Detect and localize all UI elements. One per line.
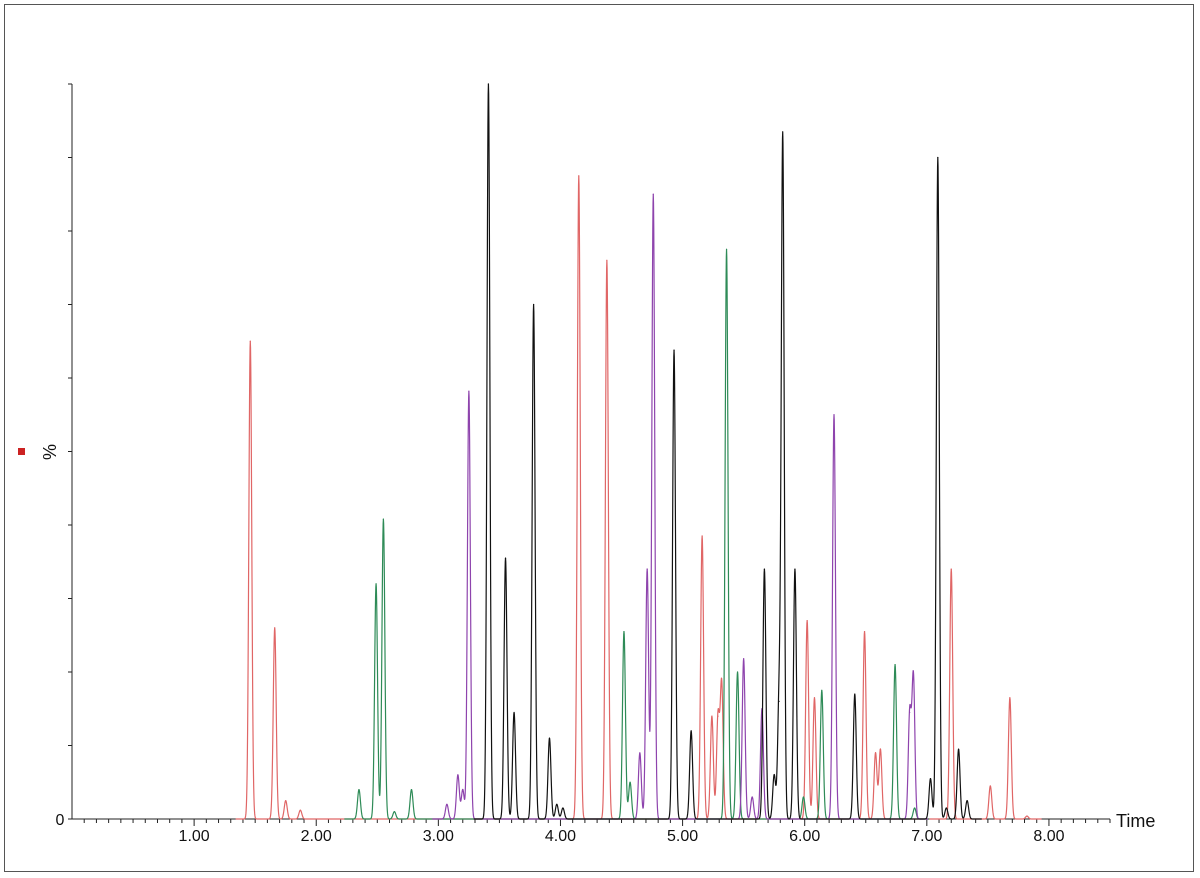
x-tick-label: 3.00	[423, 828, 454, 845]
peak-point	[457, 774, 459, 776]
peak-point	[773, 774, 775, 776]
peak-point	[1026, 815, 1028, 817]
peak-point	[652, 193, 654, 195]
peak-point	[673, 349, 675, 351]
peak-point	[966, 800, 968, 802]
peak-point	[989, 785, 991, 787]
peak-point	[717, 715, 719, 717]
series-1	[343, 248, 930, 820]
y-tick-label-0: 0	[56, 812, 65, 829]
x-tick-label: 2.00	[301, 828, 332, 845]
peak-point	[763, 568, 766, 570]
peak-point	[299, 809, 301, 811]
peak-point	[806, 619, 808, 622]
peak-point	[725, 248, 728, 250]
peak-point	[874, 752, 877, 754]
y-axis-title: %	[40, 444, 60, 460]
peak-point	[1009, 697, 1011, 699]
peak-point	[937, 156, 939, 159]
peak-point	[375, 583, 377, 585]
peak-point	[701, 535, 703, 537]
peak-point	[833, 414, 835, 416]
peak-point	[778, 700, 780, 703]
peak-point	[562, 807, 564, 809]
peak-point	[358, 789, 360, 791]
x-tick-label: 8.00	[1033, 828, 1064, 845]
peak-point	[504, 557, 507, 559]
peak-point	[894, 664, 896, 666]
y-ticks	[68, 83, 72, 820]
peak-point	[863, 630, 866, 633]
x-axis: 1.00 2.00 3.00 4.00 5.00 6.00 7.00 8.00	[72, 818, 1111, 845]
peak-point	[914, 807, 916, 809]
x-ticks	[83, 819, 1111, 826]
peak-point	[945, 807, 947, 809]
peak-point	[957, 748, 960, 750]
peak-point	[690, 730, 692, 732]
peak-point	[879, 748, 882, 750]
series-line	[235, 175, 1042, 820]
x-tick-label: 6.00	[789, 828, 820, 845]
peak-point	[393, 811, 395, 813]
peak-point	[751, 796, 753, 798]
chromatogram-series	[235, 83, 1042, 820]
peak-point	[533, 303, 535, 306]
peak-point	[623, 630, 625, 633]
peak-point	[813, 697, 816, 699]
peak-point	[556, 803, 558, 805]
series-marker-icon	[18, 448, 25, 455]
series-0	[235, 175, 1042, 820]
peak-point	[468, 390, 470, 392]
peak-point	[736, 671, 739, 673]
peak-point	[854, 693, 856, 695]
chromatogram-chart: 1.00 2.00 3.00 4.00 5.00 6.00 7.00 8.00 Time % …	[18, 83, 1155, 845]
peak-point	[274, 627, 276, 629]
peak-point	[639, 752, 641, 754]
peak-point	[382, 518, 384, 520]
peak-point	[629, 781, 631, 783]
x-tick-label: 4.00	[545, 828, 576, 845]
x-tick-labels: 1.00 2.00 3.00 4.00 5.00 6.00 7.00 8.00	[179, 828, 1065, 845]
peak-point	[794, 568, 796, 570]
peak-point	[821, 689, 823, 691]
x-tick-label: 5.00	[667, 828, 698, 845]
peak-point	[606, 259, 608, 261]
x-tick-label: 7.00	[911, 828, 942, 845]
peak-point	[446, 803, 448, 805]
peak-point	[410, 789, 413, 791]
peak-point	[909, 711, 911, 714]
peak-point	[782, 136, 784, 138]
peak-point	[548, 737, 551, 739]
peak-point	[462, 789, 464, 791]
y-axis	[68, 83, 73, 820]
peak-point	[743, 658, 745, 660]
peak-point	[249, 340, 251, 342]
peak-point	[802, 796, 805, 798]
peak-point	[487, 83, 490, 85]
peak-point	[950, 568, 952, 570]
series-line	[343, 248, 930, 820]
peak-point	[646, 568, 648, 570]
x-axis-title: Time	[1116, 811, 1155, 831]
peak-point	[578, 175, 580, 177]
peak-point	[929, 777, 932, 780]
peak-point	[513, 711, 515, 714]
peak-point	[285, 800, 287, 802]
peak-point	[711, 715, 713, 717]
peak-point	[912, 675, 914, 677]
peak-point	[721, 682, 723, 684]
x-tick-label: 1.00	[179, 828, 210, 845]
